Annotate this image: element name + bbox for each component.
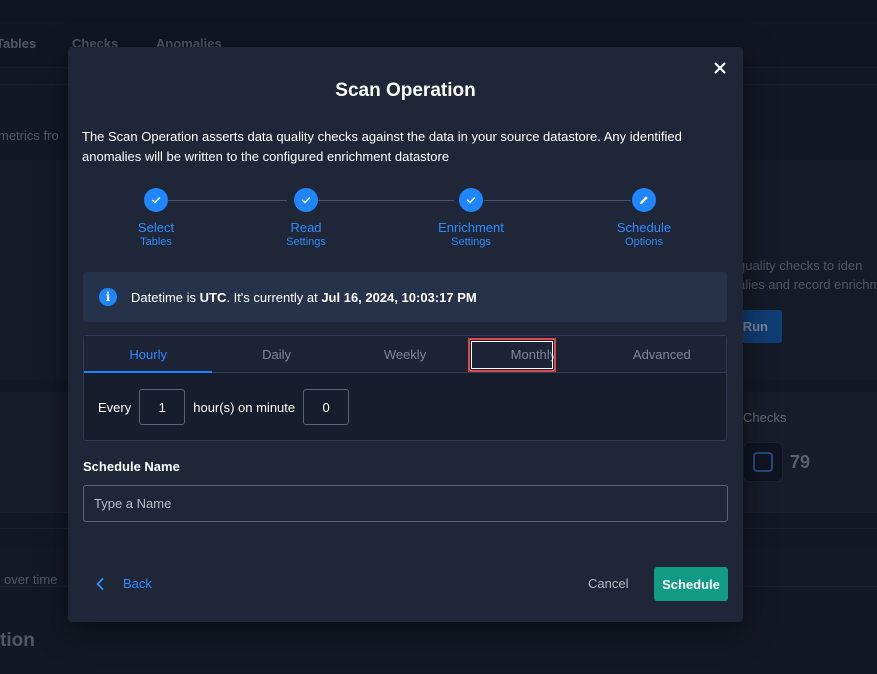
current-datetime: Jul 16, 2024, 10:03:17 PM	[321, 289, 477, 305]
datetime-info-text: Datetime is UTC. It's currently at Jul 1…	[131, 289, 477, 305]
check-icon	[466, 197, 476, 204]
step-read-settings[interactable]: Read Settings	[256, 188, 356, 249]
scan-operation-modal: Scan Operation The Scan Operation assert…	[68, 47, 743, 622]
every-label: Every	[98, 399, 132, 415]
datetime-info-banner: i Datetime is UTC. It's currently at Jul…	[83, 272, 727, 322]
highlight-box	[468, 338, 557, 372]
step-circle	[294, 188, 318, 212]
stepper: Select Tables Read Settings Enrichment S…	[68, 188, 743, 258]
schedule-frequency-card: Hourly Daily Weekly Monthly Advanced Eve…	[83, 335, 727, 441]
step-select-tables[interactable]: Select Tables	[106, 188, 206, 249]
step-subtitle: Settings	[286, 236, 326, 248]
close-icon	[714, 62, 726, 74]
step-subtitle: Options	[625, 236, 663, 248]
tab-weekly[interactable]: Weekly	[341, 336, 469, 372]
tab-hourly[interactable]: Hourly	[84, 336, 213, 373]
back-button[interactable]: Back	[96, 576, 152, 591]
step-circle	[144, 188, 168, 212]
step-subtitle: Settings	[451, 236, 491, 248]
schedule-name-label: Schedule Name	[83, 459, 180, 474]
schedule-name-input[interactable]	[83, 485, 728, 522]
schedule-tabs: Hourly Daily Weekly Monthly Advanced	[84, 336, 726, 373]
step-subtitle: Tables	[140, 236, 172, 248]
step-schedule-options[interactable]: Schedule Options	[594, 188, 694, 249]
check-icon	[301, 197, 311, 204]
cancel-button[interactable]: Cancel	[588, 576, 628, 591]
on-minute-label: hour(s) on minute	[193, 399, 296, 415]
schedule-button[interactable]: Schedule	[654, 567, 728, 601]
check-icon	[151, 197, 161, 204]
tab-daily[interactable]: Daily	[212, 336, 340, 372]
step-title: Enrichment	[438, 220, 504, 235]
step-circle	[459, 188, 483, 212]
step-enrichment-settings[interactable]: Enrichment Settings	[421, 188, 521, 249]
pencil-icon	[640, 196, 648, 204]
modal-title: Scan Operation	[335, 80, 476, 101]
step-title: Schedule	[616, 220, 672, 235]
timezone: UTC	[199, 289, 227, 305]
close-button[interactable]	[711, 59, 729, 77]
step-title: Select	[137, 220, 175, 235]
chevron-left-icon	[96, 577, 104, 590]
modal-description: The Scan Operation asserts data quality …	[82, 129, 682, 164]
hourly-settings: Every hour(s) on minute	[84, 373, 726, 425]
minute-input[interactable]	[303, 389, 350, 425]
step-title: Read	[290, 220, 322, 235]
step-circle	[632, 188, 656, 212]
tab-advanced[interactable]: Advanced	[598, 336, 726, 372]
tab-monthly[interactable]: Monthly	[468, 336, 597, 372]
info-icon: i	[99, 288, 117, 306]
hours-input[interactable]	[139, 389, 186, 425]
